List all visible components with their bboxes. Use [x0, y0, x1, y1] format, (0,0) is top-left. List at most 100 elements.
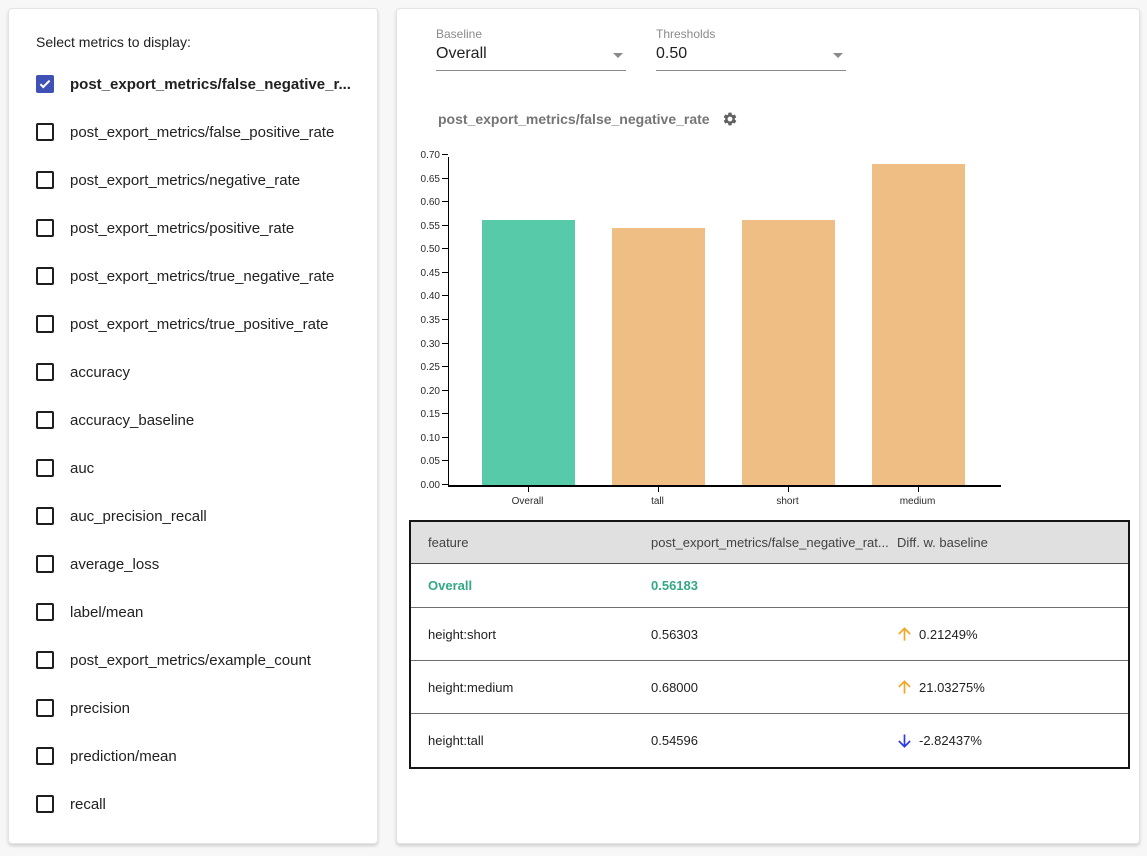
- checkbox-unchecked-icon[interactable]: [36, 699, 54, 717]
- y-axis-tick-label: 0.05: [408, 456, 440, 467]
- chart-x-axis: Overalltallshortmedium: [448, 487, 1001, 507]
- y-axis-tick-label: 0.20: [408, 386, 440, 397]
- chart-bars: [449, 164, 965, 485]
- x-axis-label: Overall: [481, 487, 574, 507]
- y-axis-tick-mark: [442, 366, 448, 367]
- arrow-up-icon: [897, 625, 912, 643]
- arrow-down-icon: [897, 732, 912, 750]
- metric-checkbox-item[interactable]: accuracy: [36, 348, 359, 396]
- metric-checkbox-item[interactable]: post_export_metrics/positive_rate: [36, 204, 359, 252]
- table-row: height:medium0.6800021.03275%: [411, 661, 1128, 714]
- baseline-select[interactable]: Baseline Overall: [436, 27, 626, 71]
- metrics-view-panel: Baseline Overall Thresholds 0.50 post_ex…: [396, 8, 1140, 844]
- y-axis-tick-mark: [442, 484, 448, 485]
- settings-gear-icon[interactable]: [722, 111, 738, 127]
- diff-percent-label: 21.03275%: [919, 680, 985, 695]
- checkbox-unchecked-icon[interactable]: [36, 459, 54, 477]
- arrow-up-icon: [897, 678, 912, 696]
- metric-checkbox-item[interactable]: precision: [36, 684, 359, 732]
- checkbox-unchecked-icon[interactable]: [36, 603, 54, 621]
- metric-checkbox-item[interactable]: post_export_metrics/false_negative_r...: [36, 60, 359, 108]
- thresholds-select[interactable]: Thresholds 0.50: [656, 27, 846, 71]
- metric-selector-panel: Select metrics to display: post_export_m…: [8, 8, 378, 844]
- y-axis-tick-label: 0.15: [408, 409, 440, 420]
- y-axis-tick-mark: [442, 437, 448, 438]
- checkbox-unchecked-icon[interactable]: [36, 219, 54, 237]
- metric-value-cell: 0.56303: [651, 627, 887, 642]
- bar-short[interactable]: [742, 220, 835, 485]
- y-axis-tick-mark: [442, 201, 448, 202]
- table-row: Overall0.56183: [411, 564, 1128, 608]
- metric-label: accuracy: [70, 364, 130, 381]
- metric-checkbox-item[interactable]: accuracy_baseline: [36, 396, 359, 444]
- metric-checkbox-item[interactable]: recall: [36, 780, 359, 828]
- y-axis-tick-mark: [442, 178, 448, 179]
- feature-cell: height:tall: [411, 733, 651, 748]
- chart-header: post_export_metrics/false_negative_rate: [438, 111, 738, 127]
- metric-checkbox-item[interactable]: post_export_metrics/example_count: [36, 636, 359, 684]
- metric-checkbox-item[interactable]: post_export_metrics/false_positive_rate: [36, 108, 359, 156]
- metrics-table: featurepost_export_metrics/false_negativ…: [409, 520, 1130, 769]
- diff-baseline-cell: -2.82437%: [887, 732, 1128, 750]
- bar-chart: 0.000.050.100.150.200.250.300.350.400.45…: [448, 157, 1001, 507]
- checkbox-unchecked-icon[interactable]: [36, 411, 54, 429]
- diff-percent-label: 0.21249%: [919, 627, 978, 642]
- checkbox-unchecked-icon[interactable]: [36, 363, 54, 381]
- y-axis-tick-label: 0.10: [408, 433, 440, 444]
- metric-checkbox-item[interactable]: post_export_metrics/true_positive_rate: [36, 300, 359, 348]
- metric-checkbox-item[interactable]: label/mean: [36, 588, 359, 636]
- checkbox-unchecked-icon[interactable]: [36, 171, 54, 189]
- y-axis-tick-label: 0.40: [408, 291, 440, 302]
- metric-label: accuracy_baseline: [70, 412, 194, 429]
- checkbox-unchecked-icon[interactable]: [36, 651, 54, 669]
- y-axis-tick-mark: [442, 272, 448, 273]
- metric-checkbox-item[interactable]: auc_precision_recall: [36, 492, 359, 540]
- y-axis-tick-mark: [442, 390, 448, 391]
- metric-checkbox-item[interactable]: post_export_metrics/true_negative_rate: [36, 252, 359, 300]
- table-header-cell: feature: [411, 535, 651, 550]
- y-axis-tick-label: 0.60: [408, 197, 440, 208]
- x-axis-label: tall: [611, 487, 704, 507]
- diff-baseline-cell: 0.21249%: [887, 625, 1128, 643]
- diff-percent-label: -2.82437%: [919, 733, 982, 748]
- metric-label: auc_precision_recall: [70, 508, 207, 525]
- metric-label: post_export_metrics/true_positive_rate: [70, 316, 328, 333]
- bar-medium[interactable]: [872, 164, 965, 485]
- metric-checkbox-item[interactable]: post_export_metrics/negative_rate: [36, 156, 359, 204]
- metric-checkbox-item[interactable]: prediction/mean: [36, 732, 359, 780]
- thresholds-select-label: Thresholds: [656, 27, 846, 41]
- y-axis-tick-mark: [442, 343, 448, 344]
- metric-checkbox-item[interactable]: auc: [36, 444, 359, 492]
- bar-tall[interactable]: [612, 228, 705, 485]
- baseline-select-label: Baseline: [436, 27, 626, 41]
- y-axis-tick-mark: [442, 460, 448, 461]
- table-row: height:tall0.54596 -2.82437%: [411, 714, 1128, 767]
- checkbox-unchecked-icon[interactable]: [36, 747, 54, 765]
- diff-baseline-cell: 21.03275%: [887, 678, 1128, 696]
- metric-label: auc: [70, 460, 94, 477]
- y-axis-tick-label: 0.55: [408, 221, 440, 232]
- metric-label: recall: [70, 796, 106, 813]
- metric-checkbox-item[interactable]: average_loss: [36, 540, 359, 588]
- y-axis-tick-mark: [442, 319, 448, 320]
- checkbox-unchecked-icon[interactable]: [36, 507, 54, 525]
- metric-label: post_export_metrics/negative_rate: [70, 172, 300, 189]
- chart-plot-area: 0.000.050.100.150.200.250.300.350.400.45…: [448, 157, 1001, 487]
- feature-cell: height:short: [411, 627, 651, 642]
- checkbox-unchecked-icon[interactable]: [36, 795, 54, 813]
- checkbox-unchecked-icon[interactable]: [36, 555, 54, 573]
- checkbox-unchecked-icon[interactable]: [36, 267, 54, 285]
- bar-overall[interactable]: [482, 220, 575, 485]
- table-body: Overall0.56183 height:short0.56303 0.21249…: [411, 564, 1128, 767]
- metric-label: post_export_metrics/false_negative_r...: [70, 76, 351, 93]
- checkbox-checked-icon[interactable]: [36, 75, 54, 93]
- checkbox-unchecked-icon[interactable]: [36, 123, 54, 141]
- metric-label: post_export_metrics/example_count: [70, 652, 311, 669]
- y-axis-tick-mark: [442, 295, 448, 296]
- y-axis-tick-mark: [442, 154, 448, 155]
- x-axis-label: short: [741, 487, 834, 507]
- checkmark-icon: [40, 77, 51, 88]
- metric-label: prediction/mean: [70, 748, 177, 765]
- checkbox-unchecked-icon[interactable]: [36, 315, 54, 333]
- metric-value-cell: 0.54596: [651, 733, 887, 748]
